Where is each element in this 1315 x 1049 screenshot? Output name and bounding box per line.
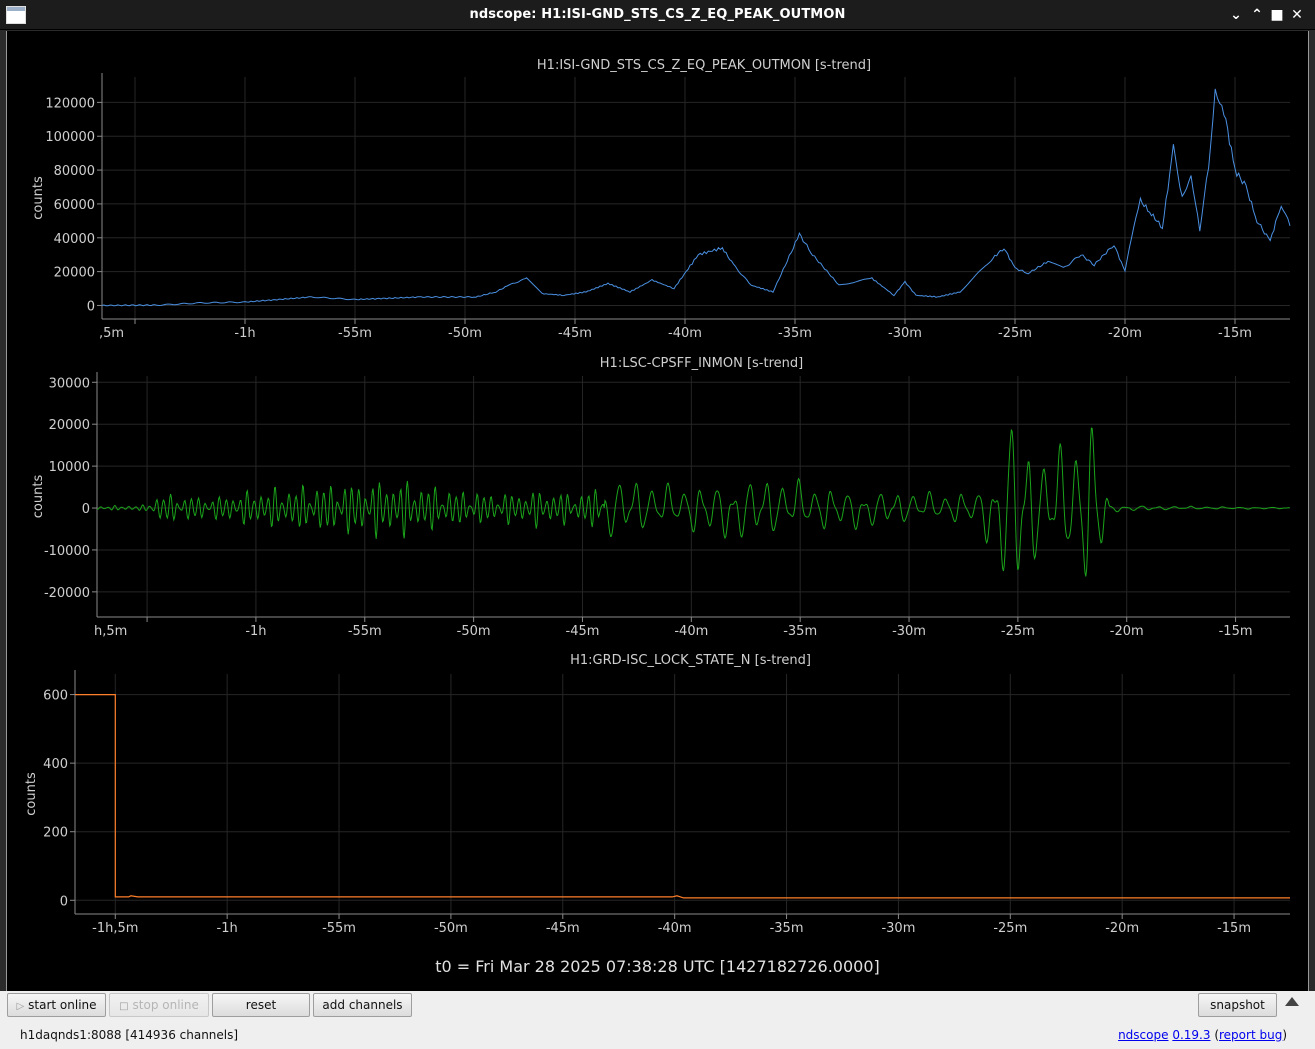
add-channels-button[interactable]: add channels [313, 993, 412, 1017]
y-tick-label: -10000 [44, 544, 90, 559]
start-online-label: start online [28, 998, 97, 1012]
y-tick-label: -20000 [44, 586, 90, 601]
x-tick-label: -30m [888, 326, 922, 341]
y-tick-label: 80000 [54, 164, 95, 179]
x-tick-label: -40m [674, 624, 708, 639]
x-tick-label: -40m [668, 326, 702, 341]
restore-icon[interactable]: ⌃ [1248, 6, 1266, 24]
x-tick-label: -55m [338, 326, 372, 341]
bottom-toolbar: ▷ start online □ stop online reset add cha… [0, 991, 1315, 1049]
y-tick-label: 400 [43, 757, 68, 772]
ndscope-link[interactable]: ndscope [1118, 1028, 1168, 1042]
x-tick-label: -45m [558, 326, 592, 341]
stop-icon: □ [119, 1001, 129, 1012]
x-tick-label: -15m [1217, 921, 1251, 936]
x-tick-label: -25m [993, 921, 1027, 936]
x-tick-label: -40m [658, 921, 692, 936]
maximize-icon[interactable]: ■ [1268, 6, 1286, 24]
series-line [101, 88, 1291, 307]
y-tick-label: 0 [60, 894, 68, 909]
close-icon[interactable]: ✕ [1288, 6, 1306, 24]
y-tick-label: 60000 [54, 198, 95, 213]
play-icon: ▷ [16, 1001, 25, 1012]
x-tick-label: -35m [783, 624, 817, 639]
start-online-button[interactable]: ▷ start online [7, 993, 106, 1017]
y-tick-label: 600 [43, 689, 68, 704]
collapse-arrow-icon[interactable] [1285, 997, 1299, 1006]
y-tick-label: 0 [82, 502, 90, 517]
reset-button[interactable]: reset [212, 993, 310, 1017]
x-tick-label: -50m [457, 624, 491, 639]
x-tick-label: -45m [566, 624, 600, 639]
y-tick-label: 30000 [49, 376, 90, 391]
y-tick-label: 10000 [49, 460, 90, 475]
x-tick-label: ,5m [99, 326, 124, 341]
y-axis-label: counts [31, 176, 46, 220]
y-tick-label: 20000 [54, 266, 95, 281]
x-tick-label: -45m [546, 921, 580, 936]
x-tick-label: -30m [881, 921, 915, 936]
stop-online-button: □ stop online [109, 993, 209, 1017]
x-tick-label: h,5m [94, 624, 127, 639]
plots-canvas[interactable]: H1:ISI-GND_STS_CS_Z_EQ_PEAK_OUTMON [s-tr… [7, 31, 1310, 951]
plot-panel-3: H1:GRD-ISC_LOCK_STATE_N [s-trend] counts 0… [24, 653, 1290, 936]
server-status: h1daqnds1:8088 [414936 channels] [20, 1028, 239, 1042]
plot-title: H1:ISI-GND_STS_CS_Z_EQ_PEAK_OUTMON [s-tr… [537, 58, 871, 73]
x-tick-label: -50m [448, 326, 482, 341]
y-tick-label: 100000 [45, 130, 95, 145]
x-tick-label: -20m [1108, 326, 1142, 341]
x-tick-label: -30m [892, 624, 926, 639]
x-tick-label: -15m [1218, 326, 1252, 341]
x-tick-label: -1h [217, 921, 238, 936]
plot-title: H1:GRD-ISC_LOCK_STATE_N [s-trend] [570, 653, 811, 668]
stop-online-label: stop online [132, 998, 199, 1012]
x-tick-label: -55m [348, 624, 382, 639]
x-tick-label: -15m [1219, 624, 1253, 639]
x-tick-label: -55m [322, 921, 356, 936]
t0-label: t0 = Fri Mar 28 2025 07:38:28 UTC [14271… [435, 957, 880, 976]
x-tick-label: -35m [770, 921, 804, 936]
y-tick-label: 40000 [54, 232, 95, 247]
x-tick-label: -50m [434, 921, 468, 936]
plot-area[interactable]: H1:ISI-GND_STS_CS_Z_EQ_PEAK_OUTMON [s-tr… [6, 31, 1309, 991]
y-tick-label: 0 [87, 299, 95, 314]
plot-panel-2: H1:LSC-CPSFF_INMON [s-trend] counts -20000… [31, 356, 1290, 639]
x-tick-label: -20m [1110, 624, 1144, 639]
version-info: ndscope 0.19.3 (report bug) [1118, 1028, 1287, 1042]
report-bug-link[interactable]: report bug [1219, 1028, 1282, 1042]
x-tick-label: -20m [1105, 921, 1139, 936]
series-line [96, 427, 1290, 577]
y-axis-label: counts [24, 772, 39, 816]
plot-title: H1:LSC-CPSFF_INMON [s-trend] [600, 356, 803, 371]
x-tick-label: -35m [778, 326, 812, 341]
series-line [75, 693, 1290, 899]
y-tick-label: 20000 [49, 418, 90, 433]
x-tick-label: -25m [998, 326, 1032, 341]
window-title: ndscope: H1:ISI-GND_STS_CS_Z_EQ_PEAK_OUT… [469, 7, 846, 22]
y-axis-label: counts [31, 475, 46, 519]
x-tick-label: -1h [245, 624, 266, 639]
y-tick-label: 120000 [45, 96, 95, 111]
version-link[interactable]: 0.19.3 [1172, 1028, 1210, 1042]
snapshot-button[interactable]: snapshot [1198, 993, 1277, 1017]
plot-panel-1: H1:ISI-GND_STS_CS_Z_EQ_PEAK_OUTMON [s-tr… [31, 58, 1291, 341]
x-tick-label: -1h,5m [92, 921, 138, 936]
x-tick-label: -1h [234, 326, 255, 341]
title-bar: ndscope: H1:ISI-GND_STS_CS_Z_EQ_PEAK_OUT… [0, 0, 1315, 30]
x-tick-label: -25m [1001, 624, 1035, 639]
y-tick-label: 200 [43, 826, 68, 841]
minimize-icon[interactable]: ⌄ [1227, 6, 1245, 24]
